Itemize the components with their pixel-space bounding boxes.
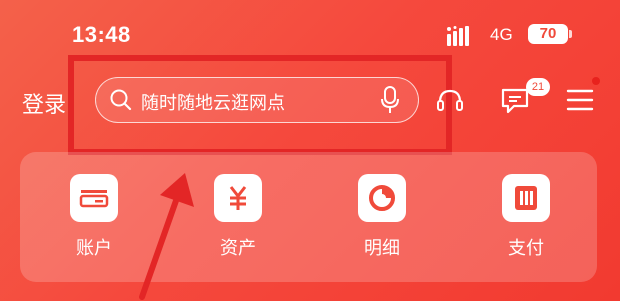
- menu-icon[interactable]: [566, 88, 594, 112]
- network-type: 4G: [490, 25, 513, 44]
- pie-detail-icon: [358, 174, 406, 222]
- annotation-arrow: [139, 173, 194, 300]
- quick-action-label: 支付: [508, 238, 544, 259]
- headset-icon[interactable]: [436, 86, 464, 114]
- quick-action-assets[interactable]: 资产: [198, 174, 278, 260]
- battery-indicator: 70: [528, 24, 568, 44]
- status-time: 13:48: [72, 22, 131, 47]
- quick-action-details[interactable]: 明细: [342, 174, 422, 260]
- signal-strength-icon: [447, 26, 469, 46]
- menu-notification-dot: [592, 77, 600, 85]
- payment-icon: [502, 174, 550, 222]
- yuan-asset-icon: [214, 174, 262, 222]
- quick-action-payment[interactable]: 支付: [486, 174, 566, 260]
- highlight-box: [68, 55, 452, 155]
- quick-action-label: 账户: [76, 238, 112, 259]
- quick-action-label: 明细: [364, 238, 400, 259]
- quick-action-label: 资产: [220, 238, 256, 259]
- quick-action-account[interactable]: 账户: [54, 174, 134, 260]
- login-link[interactable]: 登录: [22, 87, 66, 119]
- battery-tip: [569, 30, 572, 38]
- account-card-icon: [70, 174, 118, 222]
- message-badge: 21: [526, 78, 550, 96]
